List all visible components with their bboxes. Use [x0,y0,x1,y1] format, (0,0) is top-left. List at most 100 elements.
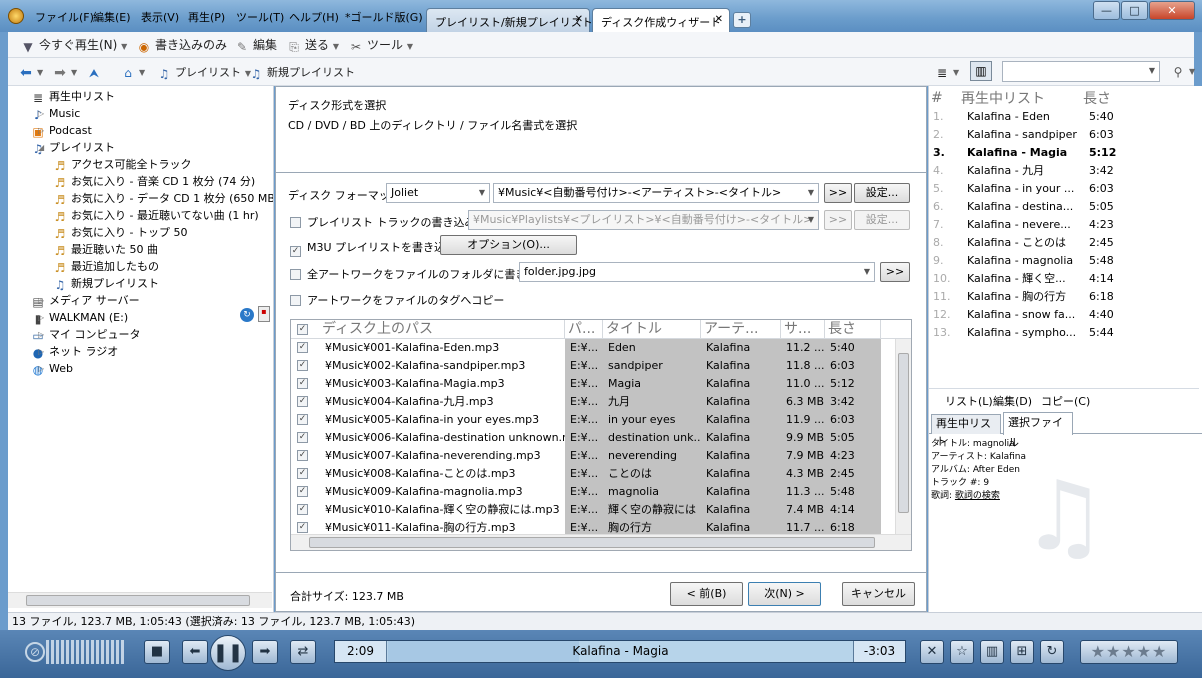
mini-player-button[interactable]: ⊞ [1010,640,1034,664]
playlist-tracks-option[interactable]: プレイリスト トラックの書き込み先: [290,214,490,230]
expand-arrow-icon[interactable]: ▷ [38,292,44,309]
expand-arrow-icon[interactable]: ▷ [38,343,44,360]
device-options-icon[interactable]: ▪ [258,306,270,322]
next-button[interactable]: 次(N) > [748,582,821,606]
rating-stars[interactable]: ★★★★★ [1080,640,1178,664]
tree-item[interactable]: ▷ ● ネット ラジオ [30,343,119,360]
list-item[interactable]: 12. Kalafina - snow fa... 4:40 [929,306,1199,324]
copy-menu[interactable]: コピー(C) [1041,393,1090,409]
list-item[interactable]: 5. Kalafina - in your ... 6:03 [929,180,1199,198]
vertical-scrollbar[interactable] [895,339,911,534]
breadcrumb-new-playlist[interactable]: ♫ 新規プレイリスト [248,64,355,81]
filename-mask-input[interactable]: ¥Music¥<自動番号付け>-<アーティスト>-<タイトル> ▼ [493,183,819,203]
checkbox-checked[interactable]: ✓ [297,522,308,533]
tree-item[interactable]: ♬ 最近聴いた 50 曲 [52,241,158,258]
menu-item[interactable]: ヘルプ(H) [289,9,339,25]
checkbox-checked[interactable]: ✓ [297,486,308,497]
edit-menu[interactable]: 編集(D) [993,393,1032,409]
column-header[interactable]: アーテ... [701,320,781,339]
tree-item[interactable]: ▷ ▤ メディア サーバー [30,292,139,309]
edit-button[interactable]: ✎ 編集 [234,36,277,54]
scroll-thumb[interactable] [309,537,875,548]
list-item[interactable]: 3. Kalafina - Magia 5:12 [929,144,1199,162]
list-item[interactable]: 8. Kalafina - ことのは 2:45 [929,234,1199,252]
checkbox-checked[interactable]: ✓ [297,504,308,515]
checkbox-checked[interactable]: ✓ [297,432,308,443]
list-item[interactable]: 1. Kalafina - Eden 5:40 [929,108,1199,126]
expand-arrow-icon[interactable]: ▷ [38,105,44,122]
table-row[interactable]: ✓ ¥Music¥004-Kalafina-九月.mp3 E:¥... 九月 Kalaf… [291,393,897,411]
table-row[interactable]: ✓ ¥Music¥007-Kalafina-neverending.mp3 E:¥.… [291,447,897,465]
tree-item[interactable]: ▷ ◍ Web [30,360,73,377]
checkbox-checked[interactable]: ✓ [297,450,308,461]
scroll-thumb[interactable] [26,595,250,606]
checkbox-checked[interactable]: ✓ [297,468,308,479]
tree-item[interactable]: ♬ お気に入り - 最近聴いてない曲 (1 hr) [52,207,259,224]
menu-item[interactable]: 表示(V) [141,9,179,25]
close-track-button[interactable]: ✕ [920,640,944,664]
back-button[interactable]: ⬅ ▼ [18,64,43,80]
tree-item[interactable]: ◢ ♫ プレイリスト [30,139,115,156]
column-header[interactable]: タイトル [603,320,701,339]
back-button[interactable]: < 前(B) [670,582,743,606]
expand-arrow-icon[interactable]: ▷ [38,326,44,343]
forward-button[interactable]: ➡ ▼ [52,64,77,80]
mask-expand-button[interactable]: >> [824,183,852,203]
tree-item[interactable]: ♬ お気に入り - 音楽 CD 1 枚分 (74 分) [52,173,256,190]
settings-button[interactable]: 設定... [854,183,910,203]
table-row[interactable]: ✓ ¥Music¥008-Kalafina-ことのは.mp3 E:¥... ことのは K… [291,465,897,483]
equalizer-icon[interactable] [46,640,126,664]
scroll-thumb[interactable] [898,353,909,513]
tree-item[interactable]: ▷ ▭ マイ コンピュータ [30,326,140,343]
table-row[interactable]: ✓ ¥Music¥006-Kalafina-destination unknown… [291,429,897,447]
tree-item[interactable]: ♬ お気に入り - トップ 50 [52,224,188,241]
list-item[interactable]: 2. Kalafina - sandpiper 6:03 [929,126,1199,144]
menu-item[interactable]: 再生(P) [188,9,225,25]
expand-arrow-icon[interactable]: ▷ [38,309,44,326]
artwork-expand-button[interactable]: >> [880,262,910,282]
repeat-button[interactable]: ↻ [1040,640,1064,664]
checkbox-unchecked[interactable] [290,295,301,306]
tab-disc-wizard[interactable]: ディスク作成ウィザード ✕ [592,8,730,32]
play-now-button[interactable]: ▼ 今すぐ再生(N) ▼ [20,36,127,54]
play-pause-button[interactable]: ❚❚ [210,635,246,671]
tree-item[interactable]: ♬ アクセス可能全トラック [52,156,192,173]
horizontal-scrollbar[interactable] [291,534,911,550]
list-menu[interactable]: リスト(L) [945,393,993,409]
expand-arrow-icon[interactable]: ▷ [38,360,44,377]
layout-toggle-button[interactable]: ▥ [970,61,992,81]
column-header[interactable]: サ... [781,320,825,339]
stop-button[interactable]: ■ [144,640,170,664]
favorite-button[interactable]: ☆ [950,640,974,664]
seek-bar[interactable]: 2:09 Kalafina - Magia -3:03 [334,640,906,663]
tree-item[interactable]: ♬ 最近追加したもの [52,258,159,275]
checkbox-checked[interactable]: ✓ [297,360,308,371]
tree-item[interactable]: ♬ お気に入り - データ CD 1 枚分 (650 MB) [52,190,273,207]
expand-arrow-icon[interactable]: ▷ [38,122,44,139]
artwork-folder-option[interactable]: 全アートワークをファイルのフォルダに書き込む [290,266,548,282]
list-item[interactable]: 10. Kalafina - 輝く空... 4:14 [929,270,1199,288]
visualization-button[interactable]: ▥ [980,640,1004,664]
table-row[interactable]: ✓ ¥Music¥005-Kalafina-in your eyes.mp3 E:¥… [291,411,897,429]
shuffle-button[interactable]: ⇄ [290,640,316,664]
column-header[interactable]: ディスク上のパス [319,320,565,339]
new-tab-button[interactable]: + [733,12,751,28]
menu-item[interactable]: 編集(E) [93,9,131,25]
disc-format-select[interactable]: Joliet ▼ [386,183,490,203]
list-item[interactable]: 13. Kalafina - sympho... 5:44 [929,324,1199,342]
tree-item[interactable]: ▷ ▮ WALKMAN (E:) [30,309,128,326]
menu-item[interactable]: ファイル(F) [35,9,94,25]
checkbox-checked[interactable]: ✓ [297,414,308,425]
m3u-option[interactable]: ✓ M3U プレイリストを書き込む [290,239,456,257]
menu-item[interactable]: *ゴールド版(G) [345,9,423,25]
list-item[interactable]: 9. Kalafina - magnolia 5:48 [929,252,1199,270]
lyrics-search-link[interactable]: 歌詞の検索 [955,491,1000,501]
tab-selected-file[interactable]: 選択ファイル [1003,412,1073,449]
list-item[interactable]: 4. Kalafina - 九月 3:42 [929,162,1199,180]
list-item[interactable]: 6. Kalafina - destina... 5:05 [929,198,1199,216]
table-row[interactable]: ✓ ¥Music¥010-Kalafina-輝く空の静寂には.mp3 E:¥... 輝… [291,501,897,519]
stop-circle-icon[interactable]: ⊘ [25,642,45,662]
tab-now-playing[interactable]: 再生中リスト [931,414,1001,448]
tools-button[interactable]: ✂ ツール ▼ [348,36,413,54]
artwork-tag-option[interactable]: アートワークをファイルのタグへコピー [290,292,504,308]
